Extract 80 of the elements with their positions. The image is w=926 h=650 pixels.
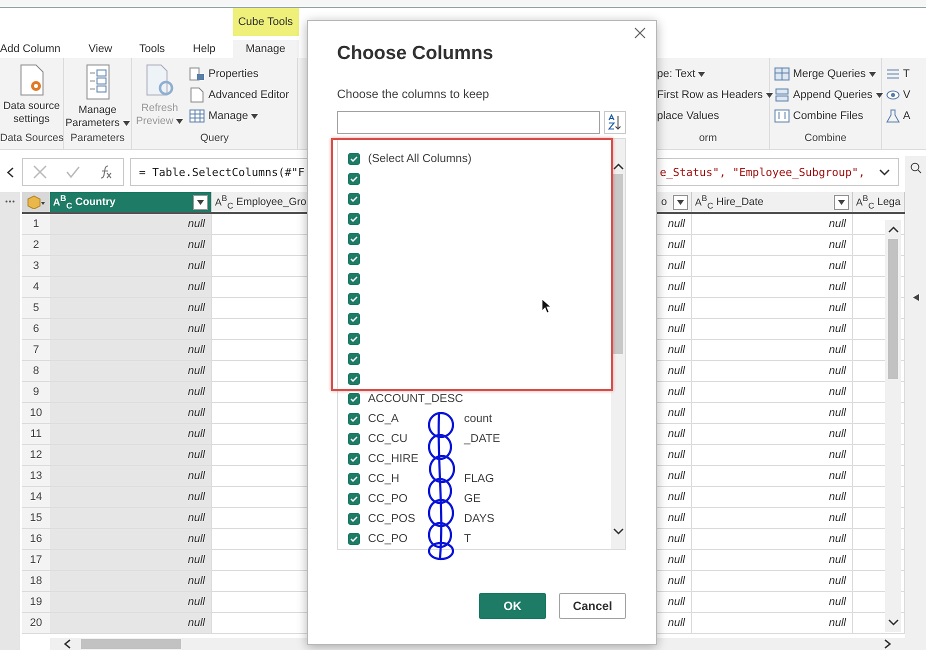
- table-cell: null: [692, 445, 853, 466]
- column-option: T: [464, 533, 472, 545]
- dialog-title: Choose Columns: [337, 43, 494, 65]
- column-option: GE: [464, 493, 481, 505]
- group-label: Query: [199, 131, 230, 146]
- group-label: orm: [698, 131, 718, 146]
- row-number: 8: [22, 361, 50, 382]
- row-number: 3: [22, 256, 50, 277]
- context-tab-label: Cube Tools: [232, 8, 299, 36]
- row-number: 1: [22, 214, 50, 235]
- row-number: 15: [22, 508, 50, 529]
- column-option: FLAG: [464, 473, 494, 485]
- table-cell: null: [692, 277, 853, 298]
- row-number: 12: [22, 445, 50, 466]
- table-cell: null: [50, 319, 212, 340]
- column-name: Employee_Gro: [236, 196, 306, 208]
- table-cell: null: [692, 319, 853, 340]
- table-cell: null: [50, 340, 212, 361]
- row-number: 16: [22, 529, 50, 550]
- table-cell: null: [50, 424, 212, 445]
- column-option: count: [464, 413, 492, 425]
- table-cell: null: [692, 361, 853, 382]
- row-number: 20: [22, 613, 50, 634]
- column-name: Country: [75, 196, 116, 208]
- table-cell: null: [692, 340, 853, 361]
- row-number: 5: [22, 298, 50, 319]
- table-cell: null: [692, 256, 853, 277]
- table-cell: null: [50, 382, 212, 403]
- table-cell: null: [50, 403, 212, 424]
- table-cell: null: [50, 487, 212, 508]
- table-cell: null: [50, 445, 212, 466]
- table-cell: null: [692, 613, 853, 634]
- table-cell: null: [50, 361, 212, 382]
- table-cell: null: [692, 487, 853, 508]
- group-label: Combine: [803, 131, 848, 146]
- table-cell: null: [692, 529, 853, 550]
- table-cell: null: [50, 508, 212, 529]
- table-cell: null: [692, 592, 853, 613]
- table-cell: null: [692, 424, 853, 445]
- table-cell: null: [692, 571, 853, 592]
- table-cell: null: [692, 382, 853, 403]
- table-cell: null: [692, 235, 853, 256]
- column-name: o: [661, 196, 667, 208]
- column-option: (Select All Columns): [368, 153, 472, 165]
- row-number: 7: [22, 340, 50, 361]
- row-number: 4: [22, 277, 50, 298]
- table-cell: null: [50, 466, 212, 487]
- table-cell: null: [692, 403, 853, 424]
- column-option: DAYS: [464, 513, 494, 525]
- table-cell: null: [50, 592, 212, 613]
- row-number: 6: [22, 319, 50, 340]
- table-cell: null: [50, 550, 212, 571]
- row-number: 17: [22, 550, 50, 571]
- table-cell: null: [50, 214, 212, 235]
- dialog-prompt: Choose the columns to keep: [337, 87, 490, 101]
- row-number: 10: [22, 403, 50, 424]
- row-number: 13: [22, 466, 50, 487]
- column-name: Lega: [877, 196, 901, 208]
- table-cell: null: [692, 550, 853, 571]
- row-number: 19: [22, 592, 50, 613]
- column-name: Hire_Date: [716, 196, 764, 208]
- table-cell: null: [50, 235, 212, 256]
- table-cell: null: [692, 214, 853, 235]
- table-cell: null: [692, 298, 853, 319]
- group-label: Parameters: [69, 131, 126, 146]
- row-number: 11: [22, 424, 50, 445]
- column-option: _DATE: [464, 433, 500, 445]
- row-number: 2: [22, 235, 50, 256]
- table-cell: null: [50, 277, 212, 298]
- table-cell: null: [50, 613, 212, 634]
- table-cell: null: [50, 298, 212, 319]
- table-cell: null: [50, 256, 212, 277]
- row-number: 18: [22, 571, 50, 592]
- table-cell: null: [692, 508, 853, 529]
- group-label: Data Sources: [0, 131, 63, 146]
- table-cell: null: [692, 466, 853, 487]
- row-number: 14: [22, 487, 50, 508]
- row-number: 9: [22, 382, 50, 403]
- table-cell: null: [50, 571, 212, 592]
- table-cell: null: [50, 529, 212, 550]
